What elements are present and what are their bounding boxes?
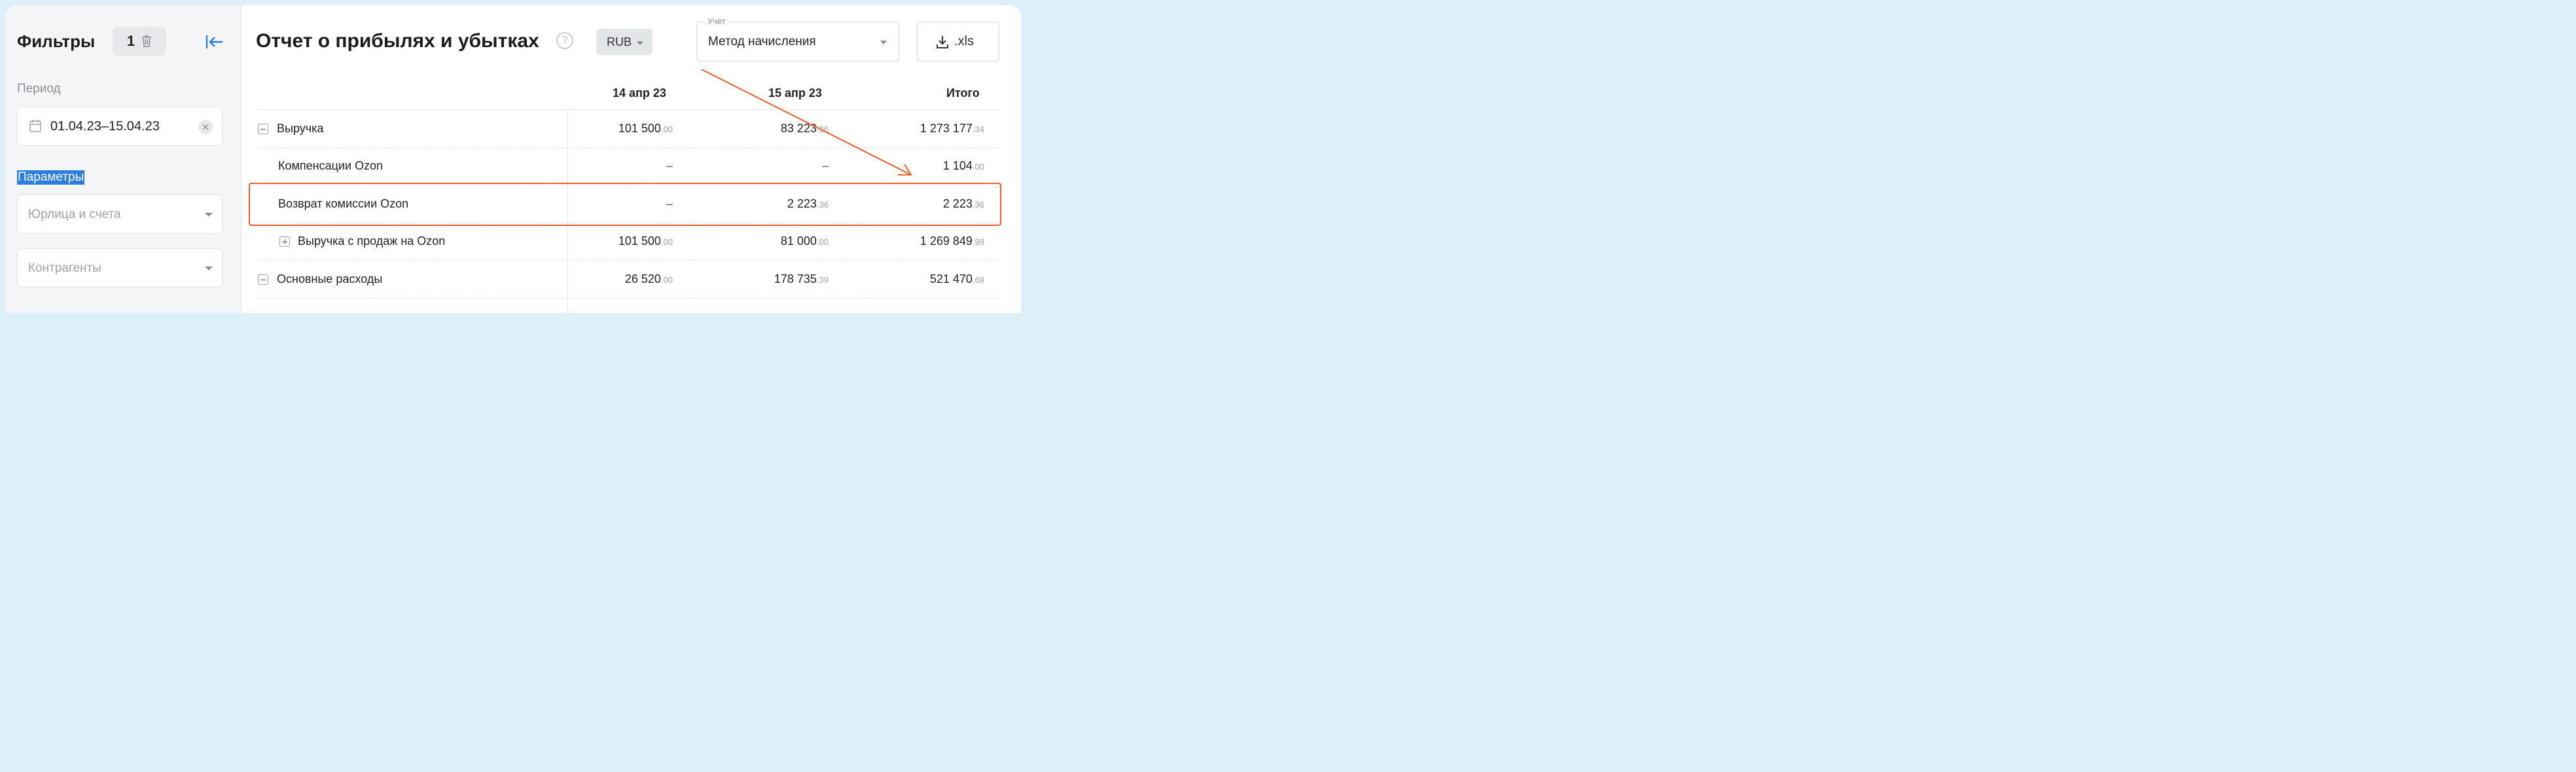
annotation-highlight-box [249,183,1001,226]
table-cell: 83 223.36 [780,122,829,135]
legal-entities-select[interactable]: Юрлица и счета [17,194,223,234]
table-cell: 1 104.00 [942,159,984,172]
collapse-left-icon[interactable] [204,33,224,51]
column-header-1: 14 апр 23 [613,86,666,100]
counterparties-select[interactable]: Контрагенты [17,248,223,287]
table-cell: – [666,159,673,172]
table-cell: – [821,159,829,172]
table-cell: 521 470.69 [929,272,984,285]
calendar-icon [29,120,41,132]
trash-icon [142,35,152,47]
chevron-down-icon [880,41,887,45]
row-divider [257,298,1000,299]
download-icon [937,36,948,48]
collapse-row-toggle[interactable] [258,274,268,285]
accounting-label: Учет [705,16,728,26]
table-cell: 101 500.00 [618,234,673,248]
currency-value: RUB [607,35,632,48]
counterparties-placeholder: Контрагенты [28,261,101,275]
header-divider [257,109,1000,110]
accounting-method-select[interactable]: Учет Метод начисления [696,16,899,62]
period-label: Период [17,82,61,96]
help-icon[interactable]: ? [556,32,573,49]
row-label-compensation: Компенсации Ozon [278,159,384,172]
filter-count: 1 [126,33,135,49]
currency-select[interactable]: RUB [596,29,653,55]
chevron-down-icon [637,41,643,45]
row-label-main-expenses: Основные расходы [277,272,383,285]
app-frame: Фильтры 1 Период 01.04.23–15.04.23 ✕ Пар… [5,5,1021,313]
filters-sidebar: Фильтры 1 Период 01.04.23–15.04.23 ✕ Пар… [5,5,241,313]
parameters-label: Параметры [17,170,85,185]
legal-entities-placeholder: Юрлица и счета [28,208,121,221]
table-cell: 101 500.00 [618,122,673,135]
column-header-2: 15 апр 23 [768,86,822,100]
row-label-revenue: Выручка [277,122,324,135]
chevron-down-icon [205,267,213,270]
chevron-down-icon [205,213,213,217]
expand-row-toggle[interactable] [279,236,290,247]
row-label-sales-revenue: Выручка с продаж на Ozon [298,234,446,248]
filters-title: Фильтры [17,31,96,51]
row-divider [257,147,1000,148]
accounting-value: Метод начисления [708,35,816,48]
clear-period-icon[interactable]: ✕ [198,120,213,134]
row-divider [257,260,1000,261]
period-value: 01.04.23–15.04.23 [50,119,160,134]
export-label: .xls [954,34,974,48]
table-cell: 1 273 177.34 [920,122,984,135]
clear-filters-button[interactable]: 1 [113,27,166,56]
column-header-total: Итого [946,86,980,100]
table-cell: 178 735.39 [774,272,829,285]
period-field[interactable]: 01.04.23–15.04.23 ✕ [17,107,223,146]
page-title: Отчет о прибылях и убытках [256,30,539,52]
table-cell: 26 520.00 [624,272,673,285]
export-xls-button[interactable]: .xls [917,22,999,62]
table-cell: 1 269 849.98 [920,234,984,248]
collapse-row-toggle[interactable] [258,124,268,134]
table-cell: 81 000.00 [780,234,829,248]
